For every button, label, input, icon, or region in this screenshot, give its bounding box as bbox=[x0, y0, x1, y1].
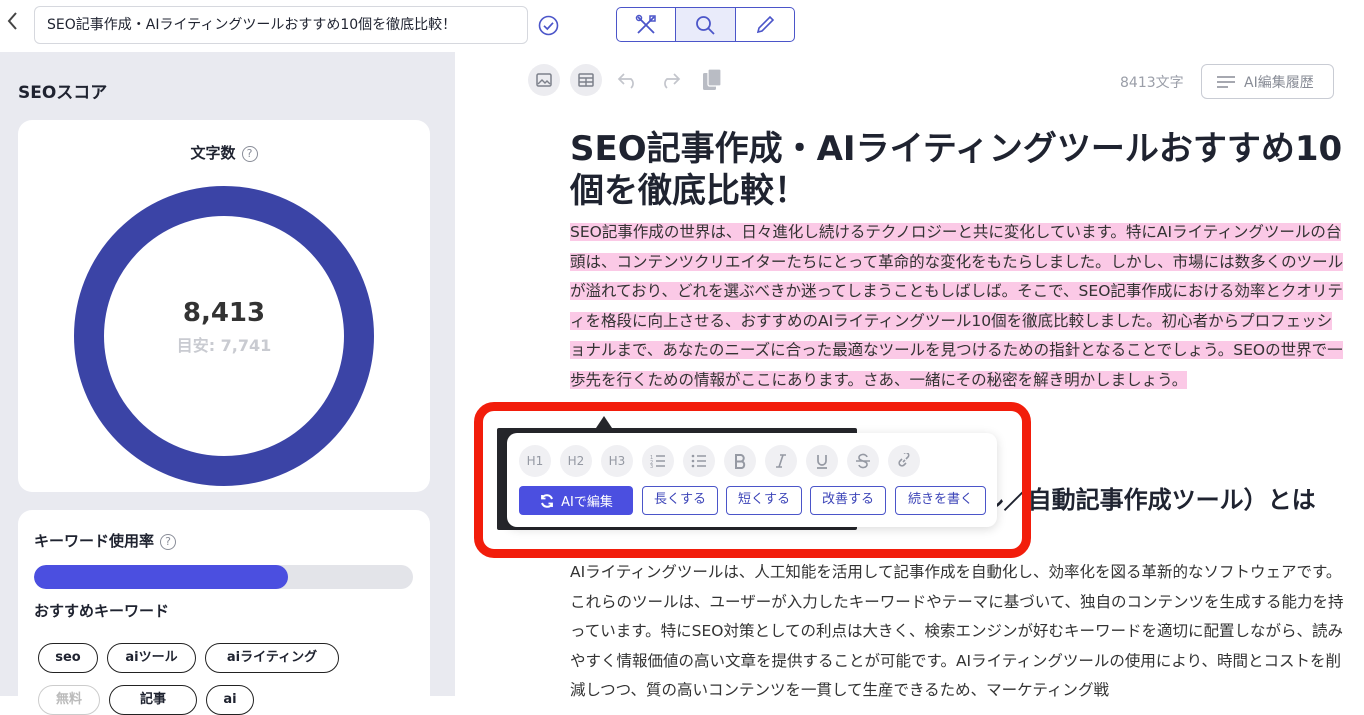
check-circle-icon bbox=[538, 15, 559, 36]
word-count-label: 文字数? bbox=[18, 142, 430, 163]
ai-edit-history-button[interactable]: AI編集履歴 bbox=[1201, 64, 1334, 99]
word-count-label-text: 文字数 bbox=[190, 144, 236, 162]
word-count-target: 目安: 7,741 bbox=[176, 336, 272, 355]
article-heading[interactable]: SEO記事作成・AIライティングツールおすすめ10個を徹底比較！ bbox=[570, 128, 1360, 212]
undo-icon bbox=[617, 73, 634, 89]
seo-score-title: SEOスコア bbox=[18, 83, 108, 103]
search-icon bbox=[696, 15, 716, 35]
back-button[interactable] bbox=[6, 10, 22, 34]
keyword-usage-label: キーワード使用率? bbox=[34, 530, 177, 551]
chevron-left-icon bbox=[7, 12, 17, 30]
keyword-chip[interactable]: 記事 bbox=[109, 685, 197, 715]
keyword-usage-bar bbox=[34, 565, 413, 589]
image-icon bbox=[536, 73, 552, 87]
keyword-chip[interactable]: aiツール bbox=[107, 643, 196, 673]
keyword-chip[interactable]: ai bbox=[206, 685, 254, 715]
table-icon bbox=[578, 73, 594, 87]
word-count-value: 8,413 bbox=[182, 298, 266, 328]
word-count-card: 文字数? 8,413 目安: 7,741 bbox=[18, 120, 430, 492]
keyword-usage-label-text: キーワード使用率 bbox=[34, 532, 155, 550]
list-icon bbox=[1217, 75, 1235, 88]
copy-icon bbox=[703, 68, 722, 90]
help-icon[interactable]: ? bbox=[160, 534, 177, 550]
insert-table-button[interactable] bbox=[570, 64, 602, 96]
redo-button[interactable] bbox=[654, 64, 686, 96]
tools-icon bbox=[635, 14, 656, 34]
help-icon[interactable]: ? bbox=[241, 146, 258, 162]
keyword-card: キーワード使用率? おすすめキーワード seo aiツール aiライティング 無… bbox=[18, 510, 430, 715]
copy-button[interactable] bbox=[696, 64, 728, 96]
keyword-chip[interactable]: aiライティング bbox=[205, 643, 339, 673]
selected-text[interactable]: SEO記事作成の世界は、日々進化し続けるテクノロジーと共に変化しています。特にA… bbox=[570, 223, 1344, 389]
top-bar: SEO記事作成・AIライティングツールおすすめ10個を徹底比較！ bbox=[0, 0, 1364, 52]
mode-switcher bbox=[616, 7, 795, 42]
recommended-keywords-label: おすすめキーワード bbox=[34, 602, 170, 620]
insert-image-button[interactable] bbox=[528, 64, 560, 96]
search-mode-button[interactable] bbox=[676, 8, 736, 41]
title-input[interactable]: SEO記事作成・AIライティングツールおすすめ10個を徹底比較！ bbox=[34, 6, 528, 44]
annotation-highlight-box bbox=[474, 402, 1031, 558]
ai-edit-history-label: AI編集履歴 bbox=[1244, 74, 1314, 91]
pencil-icon bbox=[756, 15, 774, 33]
editor-toolbar bbox=[528, 64, 728, 96]
keyword-chip[interactable]: 無料 bbox=[38, 685, 100, 715]
seo-panel: SEOスコア 文字数? 8,413 目安: 7,741 キーワード使用率? おす… bbox=[0, 52, 455, 715]
edit-mode-button[interactable] bbox=[736, 8, 794, 41]
confirm-button[interactable] bbox=[538, 15, 559, 36]
keyword-chip[interactable]: seo bbox=[38, 643, 98, 673]
tools-mode-button[interactable] bbox=[617, 8, 677, 41]
section-paragraph[interactable]: AIライティングツールは、人工知能を活用して記事作成を自動化し、効率化を図る革新… bbox=[570, 558, 1345, 706]
undo-button[interactable] bbox=[612, 64, 644, 96]
character-count: 8413文字 bbox=[1120, 75, 1184, 91]
redo-icon bbox=[664, 73, 681, 89]
keyword-usage-fill bbox=[34, 565, 288, 589]
intro-paragraph[interactable]: SEO記事作成の世界は、日々進化し続けるテクノロジーと共に変化しています。特にA… bbox=[570, 218, 1345, 395]
